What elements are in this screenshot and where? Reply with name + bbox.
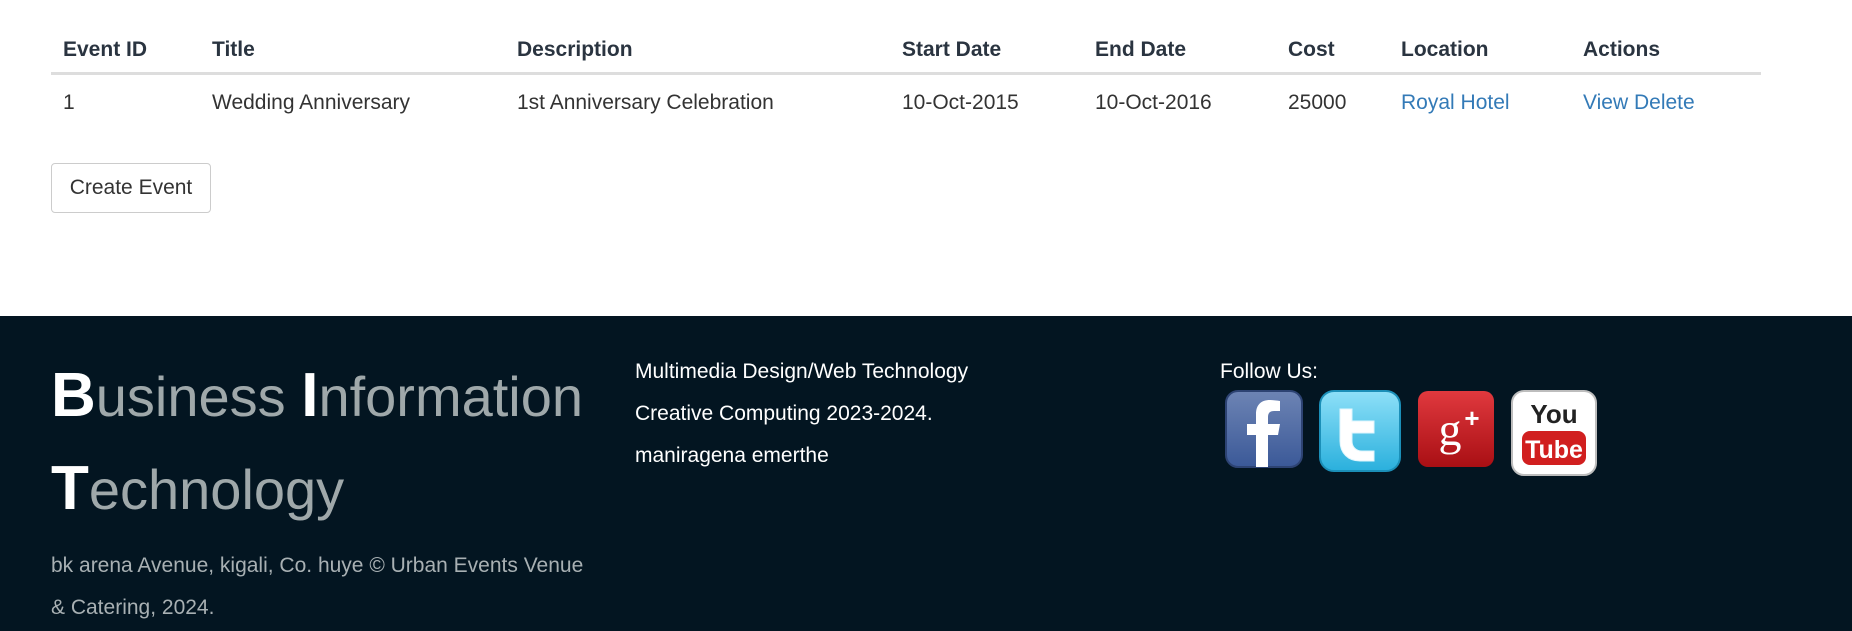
brand-cap-t: T (51, 454, 89, 523)
table-row: 1 Wedding Anniversary 1st Anniversary Ce… (51, 74, 1761, 132)
svg-text:g: g (1439, 404, 1462, 455)
header-actions: Actions (1571, 28, 1761, 75)
table-header-row: Event ID Title Description Start Date En… (51, 28, 1761, 75)
cell-actions: View Delete (1571, 74, 1761, 132)
cell-end-date: 10-Oct-2016 (1095, 91, 1212, 114)
twitter-icon[interactable] (1318, 389, 1402, 473)
events-table: Event ID Title Description Start Date En… (51, 28, 1761, 131)
brand-word-technology: echnology (88, 458, 345, 521)
header-start-date: Start Date (890, 28, 1083, 75)
youtube-icon[interactable]: You Tube (1510, 389, 1598, 477)
course-line-1: Multimedia Design/Web Technology (635, 360, 969, 383)
header-description: Description (505, 28, 890, 75)
footer: Business Information Technology bk arena… (0, 316, 1852, 631)
header-end-date: End Date (1083, 28, 1276, 75)
footer-course-info: Multimedia Design/Web Technology Creativ… (635, 351, 968, 477)
cell-cost: 25000 (1288, 91, 1347, 114)
social-links: g + You Tube (1224, 389, 1598, 477)
svg-text:You: You (1530, 399, 1577, 429)
address-line-2: & Catering, 2024. (51, 596, 215, 619)
view-link[interactable]: View (1583, 91, 1628, 114)
brand-cap-i: I (301, 361, 319, 430)
location-link[interactable]: Royal Hotel (1401, 91, 1510, 114)
cell-location: Royal Hotel (1389, 74, 1571, 132)
header-event-id: Event ID (51, 28, 200, 75)
cell-start-date: 10-Oct-2015 (902, 91, 1019, 114)
header-cost: Cost (1276, 28, 1389, 75)
facebook-icon[interactable] (1224, 389, 1304, 469)
course-line-3: maniragena emerthe (635, 444, 829, 467)
main-content: Event ID Title Description Start Date En… (0, 0, 1852, 316)
footer-address: bk arena Avenue, kigali, Co. huye © Urba… (51, 545, 611, 629)
cell-event-id: 1 (63, 91, 75, 114)
header-title: Title (200, 28, 505, 75)
delete-link[interactable]: Delete (1634, 91, 1695, 114)
create-event-button[interactable]: Create Event (51, 163, 211, 213)
brand-word-business: usiness (95, 365, 286, 428)
svg-text:Tube: Tube (1525, 436, 1583, 464)
header-location: Location (1389, 28, 1571, 75)
google-plus-icon[interactable]: g + (1416, 389, 1496, 469)
brand-cap-b: B (51, 361, 96, 430)
svg-text:+: + (1464, 403, 1479, 433)
cell-title: Wedding Anniversary (212, 91, 411, 114)
brand-word-information: nformation (318, 365, 584, 428)
course-line-2: Creative Computing 2023-2024. (635, 402, 933, 425)
address-line-1: bk arena Avenue, kigali, Co. huye © Urba… (51, 554, 584, 577)
follow-us-label: Follow Us: (1220, 360, 1319, 383)
brand-title: Business Information Technology (51, 350, 611, 536)
cell-description: 1st Anniversary Celebration (517, 91, 774, 114)
